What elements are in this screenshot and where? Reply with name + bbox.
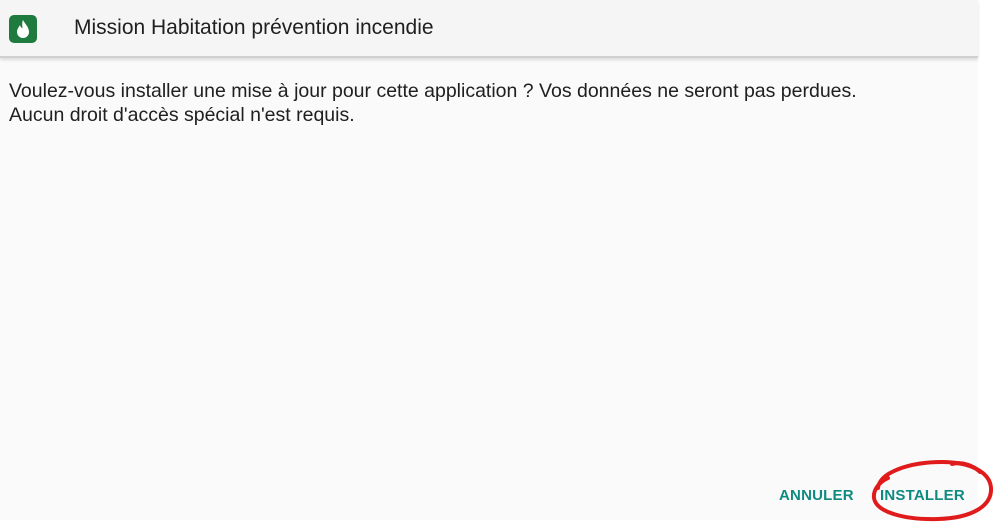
dialog-message: Voulez-vous installer une mise à jour po… <box>9 79 969 127</box>
message-line-1: Voulez-vous installer une mise à jour po… <box>9 80 857 102</box>
fire-drop-icon <box>9 15 37 43</box>
install-dialog: Mission Habitation prévention incendie V… <box>0 0 978 520</box>
message-line-2: Aucun droit d'accès spécial n'est requis… <box>9 104 355 126</box>
dialog-title: Mission Habitation prévention incendie <box>74 16 434 39</box>
dialog-header: Mission Habitation prévention incendie <box>0 0 978 58</box>
install-button[interactable]: INSTALLER <box>880 487 965 504</box>
cancel-button[interactable]: ANNULER <box>779 487 854 504</box>
